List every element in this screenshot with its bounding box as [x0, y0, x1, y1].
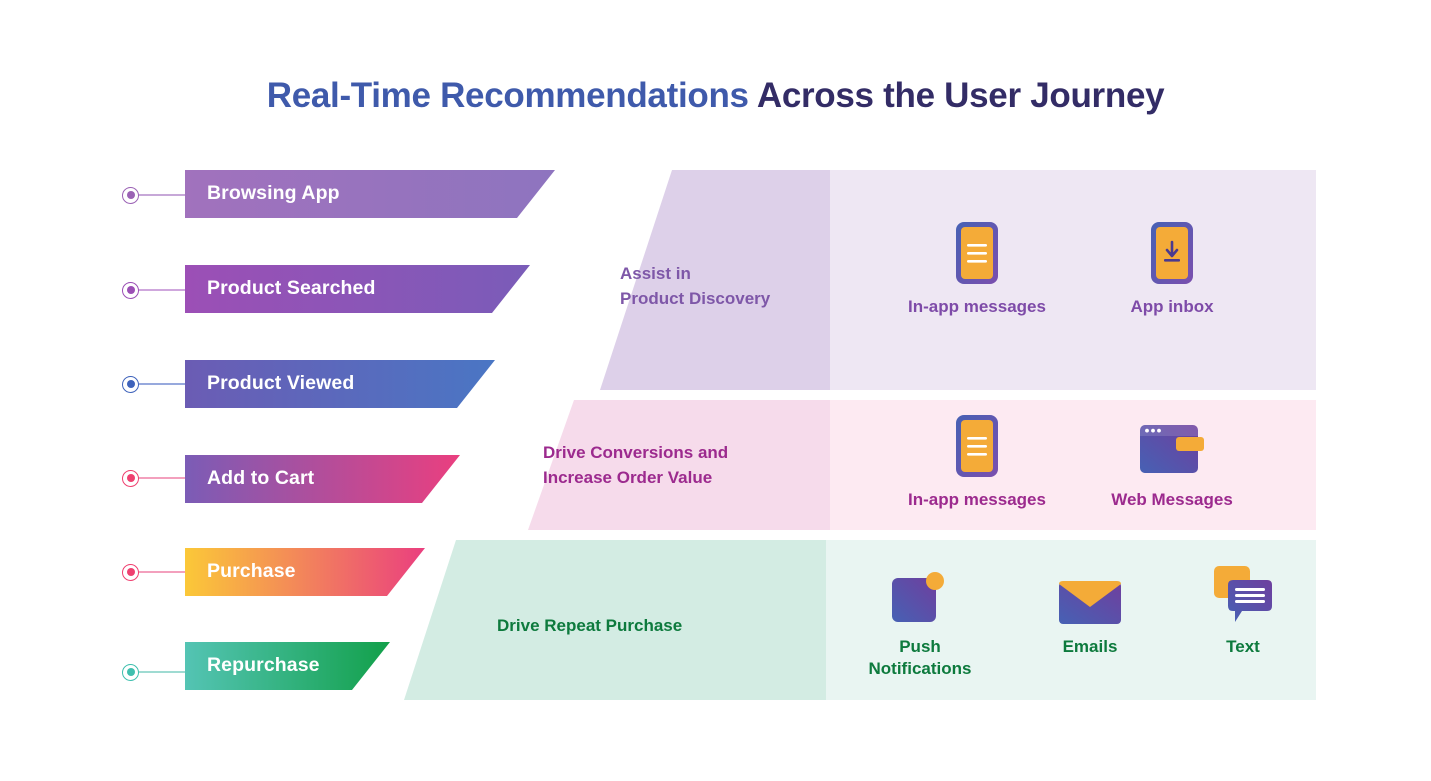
channel-label: App inbox — [1130, 297, 1214, 316]
journey-stage-label: Browsing App — [207, 181, 340, 204]
journey-stage-label: Repurchase — [207, 653, 320, 676]
journey-stage-label: Product Searched — [207, 276, 376, 299]
stage-connector-line — [139, 671, 185, 673]
stage-marker-dot — [126, 380, 135, 388]
channel-item[interactable]: Push Notifications — [830, 562, 1010, 680]
phone-lines-icon — [887, 415, 1067, 477]
journey-stage-bar[interactable]: Browsing App — [185, 170, 555, 218]
channel-item[interactable]: Text — [1153, 562, 1333, 658]
stage-marker[interactable] — [122, 281, 139, 299]
stage-marker-dot — [126, 568, 135, 576]
channel-label: Web Messages — [1111, 490, 1233, 509]
journey-stage-bar[interactable]: Product Viewed — [185, 360, 495, 408]
stage-marker[interactable] — [122, 469, 139, 487]
channel-item[interactable]: In-app messages — [887, 222, 1067, 318]
channel-label: Push Notifications — [868, 637, 972, 679]
stage-connector-line — [139, 477, 185, 479]
stage-marker-dot — [126, 286, 135, 294]
stage-marker-dot — [126, 191, 135, 199]
stage-connector-line — [139, 194, 185, 196]
stage-marker-dot — [126, 668, 135, 676]
journey-stage-bar[interactable]: Purchase — [185, 548, 425, 596]
stage-connector-line — [139, 383, 185, 385]
stage-connector-line — [139, 289, 185, 291]
channel-label: Text — [1226, 637, 1260, 656]
phone-download-icon — [1082, 222, 1262, 284]
channel-label: In-app messages — [908, 490, 1046, 509]
stage-marker[interactable] — [122, 563, 139, 581]
stage-marker[interactable] — [122, 375, 139, 393]
channel-item[interactable]: Web Messages — [1082, 415, 1262, 511]
phone-lines-icon — [887, 222, 1067, 284]
journey-diagram: Assist in Product Discovery In-app messag… — [0, 0, 1431, 781]
journey-stage-bar[interactable]: Add to Cart — [185, 455, 460, 503]
stage-marker-dot — [126, 474, 135, 482]
browser-window-icon — [1082, 415, 1262, 477]
channel-item[interactable]: In-app messages — [887, 415, 1067, 511]
channel-item[interactable]: App inbox — [1082, 222, 1262, 318]
outcome-goal-text: Drive Conversions and Increase Order Val… — [543, 443, 729, 487]
journey-stage-bar[interactable]: Product Searched — [185, 265, 530, 313]
journey-stage-label: Add to Cart — [207, 466, 315, 489]
stage-marker[interactable] — [122, 186, 139, 204]
outcome-goal-text: Assist in Product Discovery — [620, 264, 771, 308]
push-square-icon — [830, 562, 1010, 624]
stage-marker[interactable] — [122, 663, 139, 681]
chat-bubbles-icon — [1153, 562, 1333, 624]
journey-stage-label: Product Viewed — [207, 371, 355, 394]
channel-label: In-app messages — [908, 297, 1046, 316]
stage-connector-line — [139, 571, 185, 573]
journey-stage-label: Purchase — [207, 559, 296, 582]
outcome-goal-text: Drive Repeat Purchase — [497, 616, 683, 635]
